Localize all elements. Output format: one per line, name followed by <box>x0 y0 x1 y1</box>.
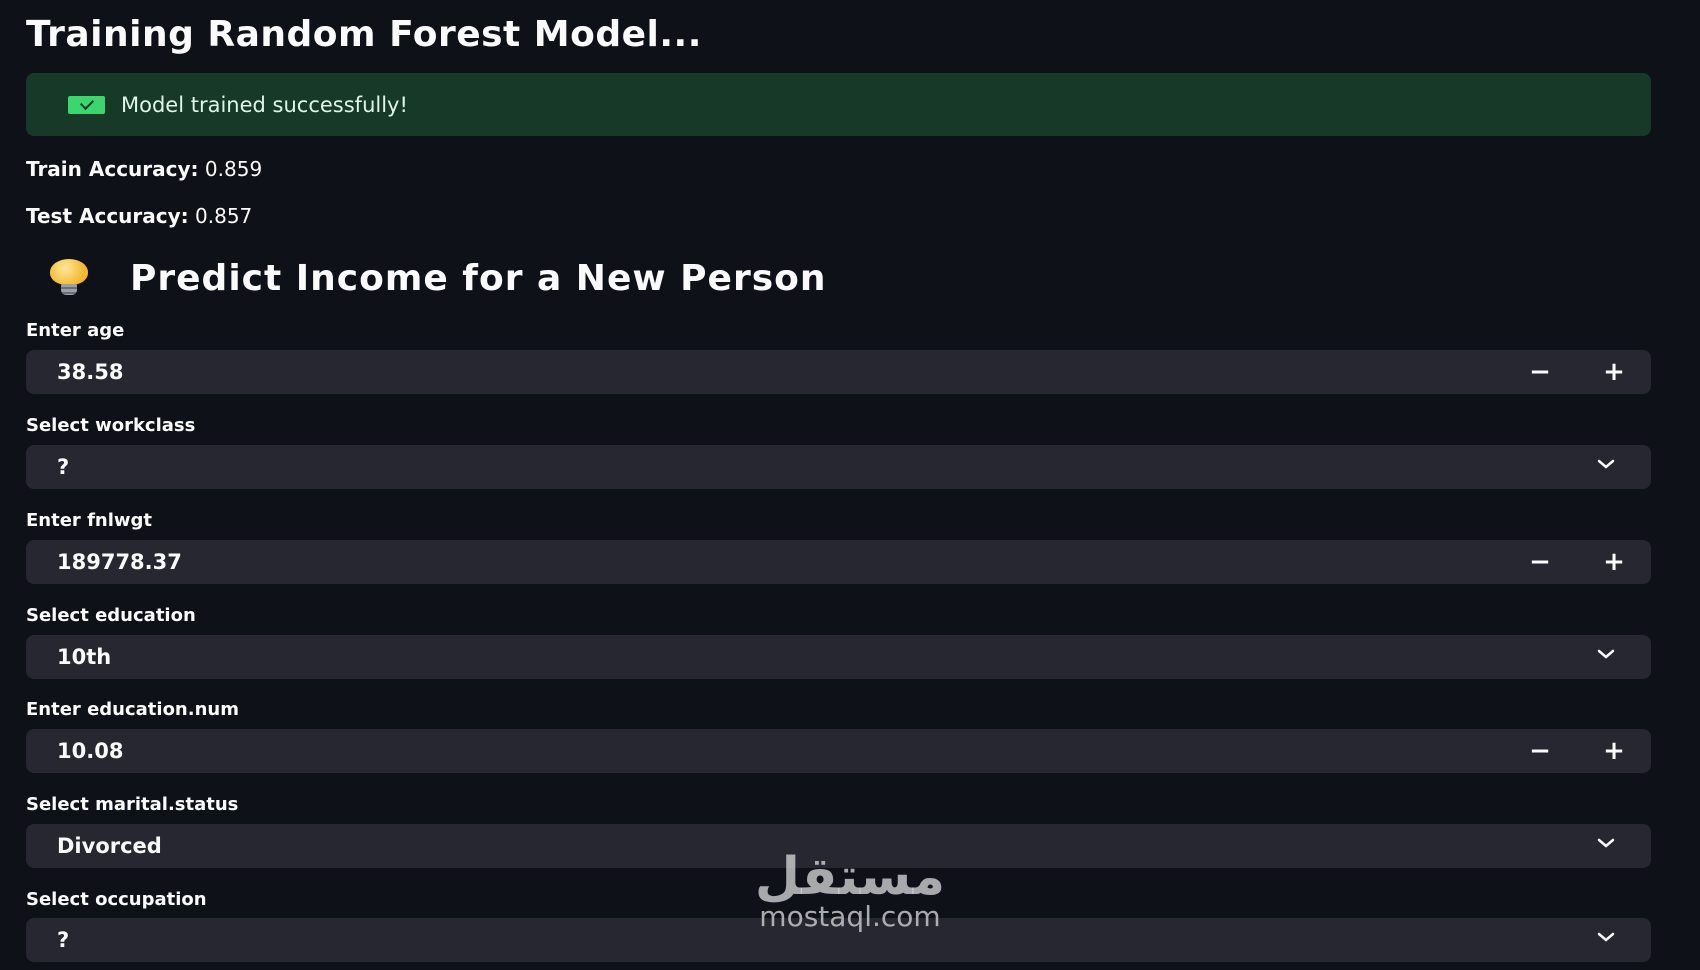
app-page: Training Random Forest Model... Model tr… <box>0 0 1700 970</box>
train-accuracy-label: Train Accuracy: <box>26 157 199 181</box>
watermark-latin: mostaql.com <box>759 900 941 933</box>
occupation-label: Select occupation <box>26 889 207 910</box>
workclass-label: Select workclass <box>26 415 196 436</box>
workclass-value: ? <box>57 455 70 479</box>
page-title: Training Random Forest Model... <box>26 14 702 55</box>
watermark: مستقل mostaql.com <box>745 847 955 933</box>
education-num-label: Enter education.num <box>26 699 239 720</box>
age-stepper: − + <box>1503 350 1651 394</box>
chevron-down-icon[interactable] <box>1597 458 1615 470</box>
fnlwgt-input[interactable]: 189778.37 − + <box>26 540 1651 584</box>
fnlwgt-increment-button[interactable]: + <box>1577 540 1651 584</box>
education-num-decrement-button[interactable]: − <box>1503 729 1577 773</box>
age-increment-button[interactable]: + <box>1577 350 1651 394</box>
age-value[interactable]: 38.58 <box>57 360 123 384</box>
marital-status-label: Select marital.status <box>26 794 239 815</box>
fnlwgt-value[interactable]: 189778.37 <box>57 550 182 574</box>
watermark-arabic: مستقل <box>754 847 946 907</box>
chevron-down-icon[interactable] <box>1597 648 1615 660</box>
education-value: 10th <box>57 645 112 669</box>
occupation-value: ? <box>57 928 70 952</box>
education-num-value[interactable]: 10.08 <box>57 739 123 763</box>
marital-status-value: Divorced <box>57 834 162 858</box>
workclass-select[interactable]: ? <box>26 445 1651 489</box>
success-message: Model trained successfully! <box>121 92 408 117</box>
predict-title: Predict Income for a New Person <box>130 258 827 299</box>
fnlwgt-decrement-button[interactable]: − <box>1503 540 1577 584</box>
fnlwgt-label: Enter fnlwgt <box>26 510 152 531</box>
test-accuracy-label: Test Accuracy: <box>26 204 189 228</box>
success-alert: Model trained successfully! <box>26 73 1651 136</box>
test-accuracy: Test Accuracy: 0.857 <box>26 204 252 228</box>
chevron-down-icon[interactable] <box>1597 837 1615 849</box>
check-square-icon <box>68 95 105 114</box>
test-accuracy-value: 0.857 <box>195 204 253 228</box>
education-num-stepper: − + <box>1503 729 1651 773</box>
predict-heading: Predict Income for a New Person <box>46 258 827 299</box>
education-label: Select education <box>26 605 196 626</box>
fnlwgt-stepper: − + <box>1503 540 1651 584</box>
train-accuracy-value: 0.859 <box>204 157 263 181</box>
train-accuracy: Train Accuracy: 0.859 <box>26 157 262 181</box>
education-num-increment-button[interactable]: + <box>1577 729 1651 773</box>
age-input[interactable]: 38.58 − + <box>26 350 1651 394</box>
age-decrement-button[interactable]: − <box>1503 350 1577 394</box>
education-num-input[interactable]: 10.08 − + <box>26 729 1651 773</box>
chevron-down-icon[interactable] <box>1597 931 1615 943</box>
education-select[interactable]: 10th <box>26 635 1651 679</box>
age-label: Enter age <box>26 320 125 341</box>
lightbulb-icon <box>46 258 90 299</box>
